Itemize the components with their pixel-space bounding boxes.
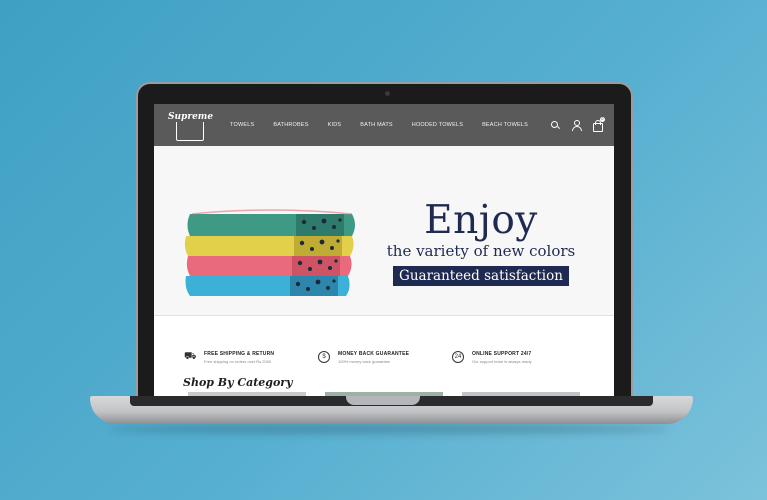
webcam	[385, 91, 390, 96]
support-icon: 24	[452, 351, 464, 363]
feature-shipping: ⛟ FREE SHIPPING & RETURN Free shipping o…	[184, 338, 318, 376]
site-header: Supreme TOWELS BATHROBES KIDS BATH MATS …	[154, 104, 614, 146]
features-bar: ⛟ FREE SHIPPING & RETURN Free shipping o…	[154, 316, 614, 376]
nav-item-hooded-towels[interactable]: HOODED TOWELS	[412, 122, 463, 128]
nav-item-beach-towels[interactable]: BEACH TOWELS	[482, 122, 528, 128]
feature-title: FREE SHIPPING & RETURN	[204, 350, 275, 357]
hero-subtitle: the variety of new colors	[386, 242, 576, 260]
feature-desc: Free shipping on orders over Rs 2000	[204, 358, 272, 364]
laptop-screen: Supreme TOWELS BATHROBES KIDS BATH MATS …	[154, 104, 614, 397]
category-heading: Shop By Category	[183, 376, 293, 389]
feature-title: ONLINE SUPPORT 24/7	[472, 350, 532, 357]
nav-item-bathrobes[interactable]: BATHROBES	[273, 122, 308, 128]
user-icon[interactable]	[571, 120, 582, 131]
feature-support: 24 ONLINE SUPPORT 24/7 Our support team …	[452, 338, 586, 376]
search-icon[interactable]	[550, 120, 560, 130]
truck-icon: ⛟	[184, 351, 197, 362]
feature-desc: Our support team is always ready	[472, 358, 532, 364]
hero-title: Enjoy	[424, 198, 538, 243]
feature-title: MONEY BACK GUARANTEE	[338, 350, 410, 357]
nav-item-bath-mats[interactable]: BATH MATS	[360, 122, 392, 128]
laptop-shadow	[110, 424, 670, 434]
main-nav: TOWELS BATHROBES KIDS BATH MATS HOODED T…	[230, 122, 550, 128]
nav-item-kids[interactable]: KIDS	[328, 122, 342, 128]
towel-stack-image	[184, 209, 355, 296]
hero-banner[interactable]: Enjoy the variety of new colors Guarante…	[154, 146, 614, 316]
site-logo[interactable]: Supreme	[168, 107, 214, 143]
logo-text: Supreme	[168, 112, 214, 122]
dollar-icon: $	[318, 351, 330, 363]
laptop-notch	[346, 396, 420, 405]
cart-count-badge: 0	[600, 117, 605, 122]
feature-money-back: $ MONEY BACK GUARANTEE 100% money back g…	[318, 338, 452, 376]
feature-desc: 100% money back guarantee	[338, 358, 391, 364]
hero-text-block: Enjoy the variety of new colors Guarante…	[386, 200, 576, 286]
bag-icon[interactable]: 0	[592, 117, 605, 132]
nav-item-towels[interactable]: TOWELS	[230, 122, 254, 128]
header-actions: 0	[550, 117, 605, 132]
hero-badge: Guaranteed satisfaction	[393, 266, 569, 286]
